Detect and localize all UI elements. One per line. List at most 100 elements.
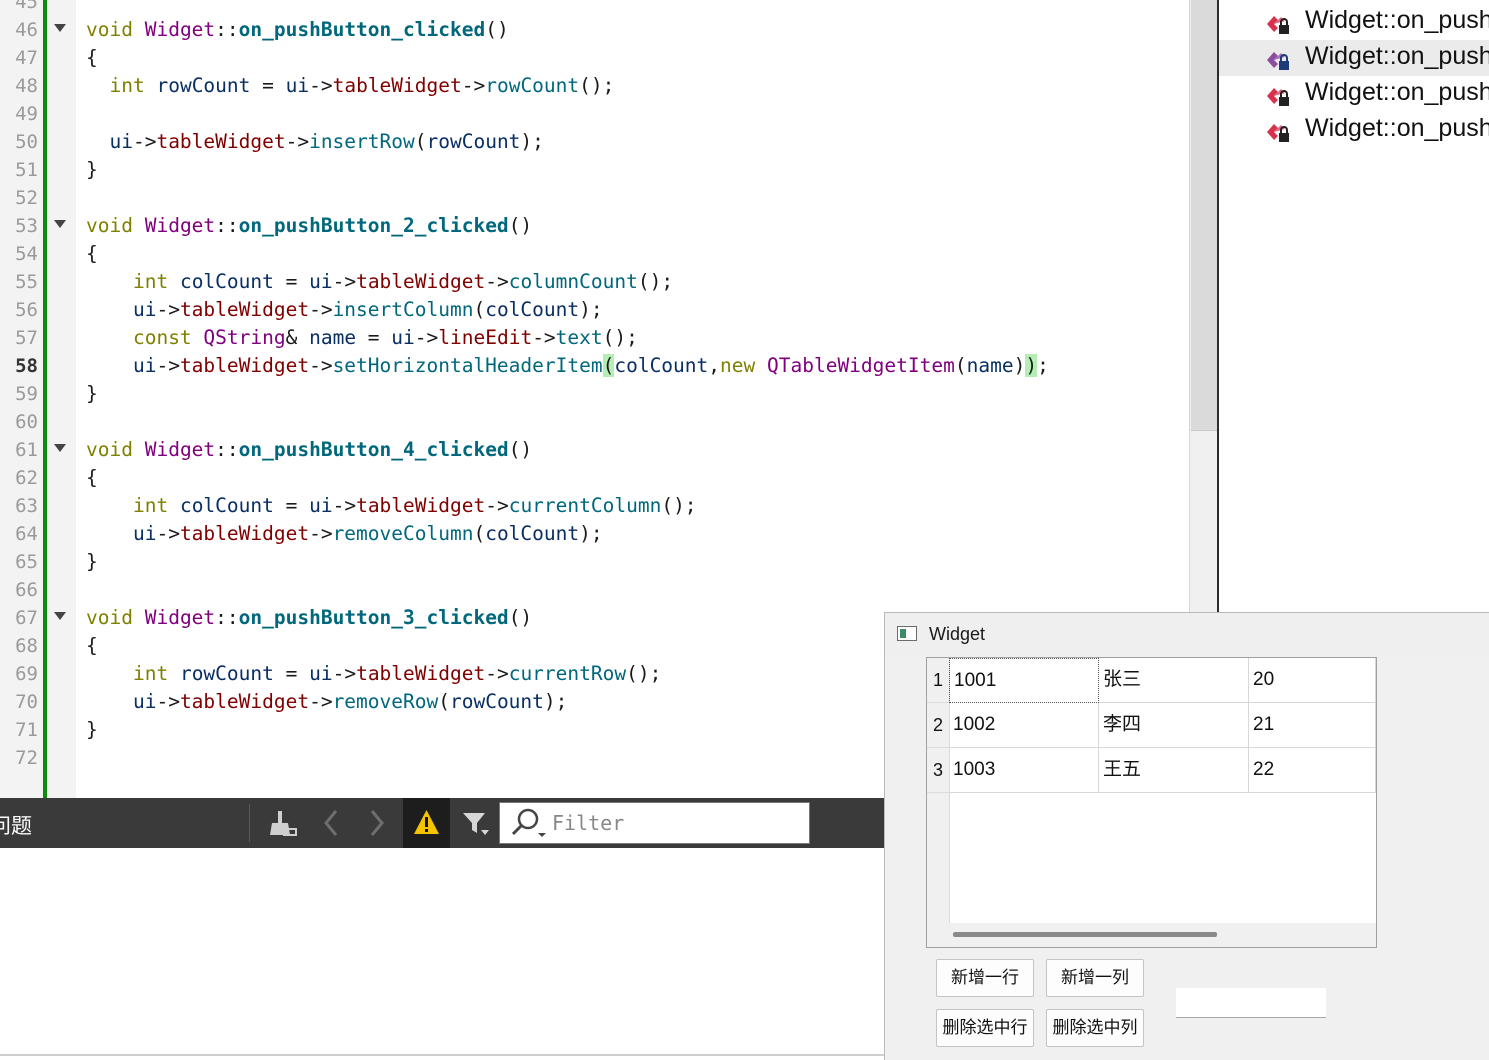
code-token: ); — [579, 522, 603, 545]
table-horizontal-scrollbar[interactable] — [927, 923, 1376, 947]
fold-arrow-icon[interactable] — [54, 24, 66, 32]
delete-selected-row-button[interactable]: 删除选中行 — [936, 1009, 1034, 1047]
line-number: 69 — [15, 663, 38, 685]
code-line: } — [86, 550, 98, 573]
chevron-right-icon — [370, 810, 384, 836]
window-titlebar[interactable]: Widget — [885, 613, 1489, 657]
outline-panel: Widget::on_push Widget::on_push Widget::… — [1217, 0, 1489, 612]
show-warnings-toggle[interactable] — [403, 798, 450, 848]
code-token: on_pushButton_4_clicked — [238, 438, 509, 461]
code-line-current: ui->tableWidget->setHorizontalHeaderItem… — [86, 352, 1049, 380]
table-widget[interactable]: 1 2 3 1001 张三 20 1002 李四 21 1003 王五 22 — [926, 657, 1377, 948]
code-token: ( — [954, 354, 967, 377]
table-cell[interactable]: 1003 — [949, 748, 1099, 793]
code-line: { — [86, 242, 98, 265]
previous-item-button[interactable] — [310, 803, 352, 843]
code-token: (); — [579, 74, 615, 97]
table-cell[interactable]: 20 — [1249, 658, 1376, 703]
code-token: -> — [156, 298, 180, 321]
code-token: -> — [132, 130, 157, 153]
code-token: -> — [485, 494, 509, 517]
line-number: 65 — [15, 551, 38, 573]
table-scrollbar-thumb[interactable] — [953, 932, 1217, 937]
filter-field[interactable] — [499, 802, 810, 844]
line-number: 60 — [15, 411, 38, 433]
row-header-cell[interactable]: 1 — [927, 658, 949, 703]
filter-options-button[interactable] — [455, 803, 497, 843]
fold-column — [47, 0, 76, 798]
next-item-button[interactable] — [356, 803, 398, 843]
code-token: colCount — [179, 270, 274, 293]
code-token: (); — [602, 326, 638, 349]
code-token: colCount — [179, 494, 274, 517]
table-cell[interactable]: 21 — [1249, 703, 1376, 748]
column-name-input[interactable] — [1176, 988, 1326, 1018]
code-token: ui — [132, 522, 157, 545]
outline-item[interactable]: Widget::on_push — [1219, 76, 1489, 112]
code-token: on_pushButton_clicked — [238, 18, 486, 41]
code-token: -> — [485, 270, 509, 293]
code-token: void — [86, 214, 133, 237]
code-token: (); — [661, 494, 697, 517]
code-token: tableWidget — [156, 130, 286, 153]
code-token: -> — [332, 662, 357, 685]
code-token: void — [86, 438, 133, 461]
table-cell[interactable]: 王五 — [1099, 748, 1249, 793]
widget-window: Widget 1 2 3 1001 张三 20 1002 李四 21 1003 … — [884, 612, 1489, 1060]
code-token: void — [86, 606, 133, 629]
code-token: ui — [309, 662, 333, 685]
line-number: 53 — [15, 215, 38, 237]
editor-scrollbar[interactable] — [1189, 0, 1218, 612]
line-number: 48 — [15, 75, 38, 97]
editor-scrollbar-thumb[interactable] — [1191, 0, 1217, 431]
code-token: insertRow — [309, 130, 415, 153]
code-line: { — [86, 634, 98, 657]
code-token: -> — [485, 662, 509, 685]
table-cell[interactable]: 22 — [1249, 748, 1376, 793]
table-cell[interactable]: 张三 — [1099, 658, 1249, 703]
code-token: ); — [520, 130, 544, 153]
table-cell[interactable]: 1001 — [949, 658, 1099, 703]
fold-arrow-icon[interactable] — [54, 220, 66, 228]
code-token: ( — [414, 130, 427, 153]
code-token: QTableWidgetItem — [767, 354, 955, 377]
add-column-button[interactable]: 新增一列 — [1046, 959, 1144, 997]
filter-input[interactable] — [552, 809, 802, 837]
add-row-button[interactable]: 新增一行 — [936, 959, 1034, 997]
code-token: :: — [215, 606, 239, 629]
table-cell[interactable]: 1002 — [949, 703, 1099, 748]
fold-arrow-icon[interactable] — [54, 612, 66, 620]
row-header-cell[interactable]: 2 — [927, 703, 949, 748]
fold-arrow-icon[interactable] — [54, 444, 66, 452]
code-token: -> — [309, 690, 333, 713]
line-number: 70 — [15, 691, 38, 713]
clear-button[interactable] — [262, 803, 304, 843]
code-token: ui — [285, 74, 310, 97]
code-token: tableWidget — [332, 74, 462, 97]
code-token: -> — [309, 522, 333, 545]
table-cell[interactable]: 李四 — [1099, 703, 1249, 748]
code-line: int colCount = ui->tableWidget->currentC… — [86, 492, 697, 520]
row-header-cell[interactable]: 3 — [927, 748, 949, 793]
code-token: removeRow — [332, 690, 439, 713]
code-token: tableWidget — [356, 270, 486, 293]
outline-item-label: Widget::on_push — [1305, 6, 1489, 34]
outline-item[interactable]: Widget::on_push — [1219, 4, 1489, 40]
outline-item-selected[interactable]: Widget::on_push — [1219, 40, 1489, 76]
code-token: colCount — [485, 522, 580, 545]
private-method-icon — [1267, 16, 1289, 34]
code-token: -> — [532, 326, 556, 349]
outline-item[interactable]: Widget::on_push — [1219, 112, 1489, 148]
code-token: (); — [626, 662, 662, 685]
line-number: 57 — [15, 327, 38, 349]
delete-selected-column-button[interactable]: 删除选中列 — [1046, 1009, 1144, 1047]
